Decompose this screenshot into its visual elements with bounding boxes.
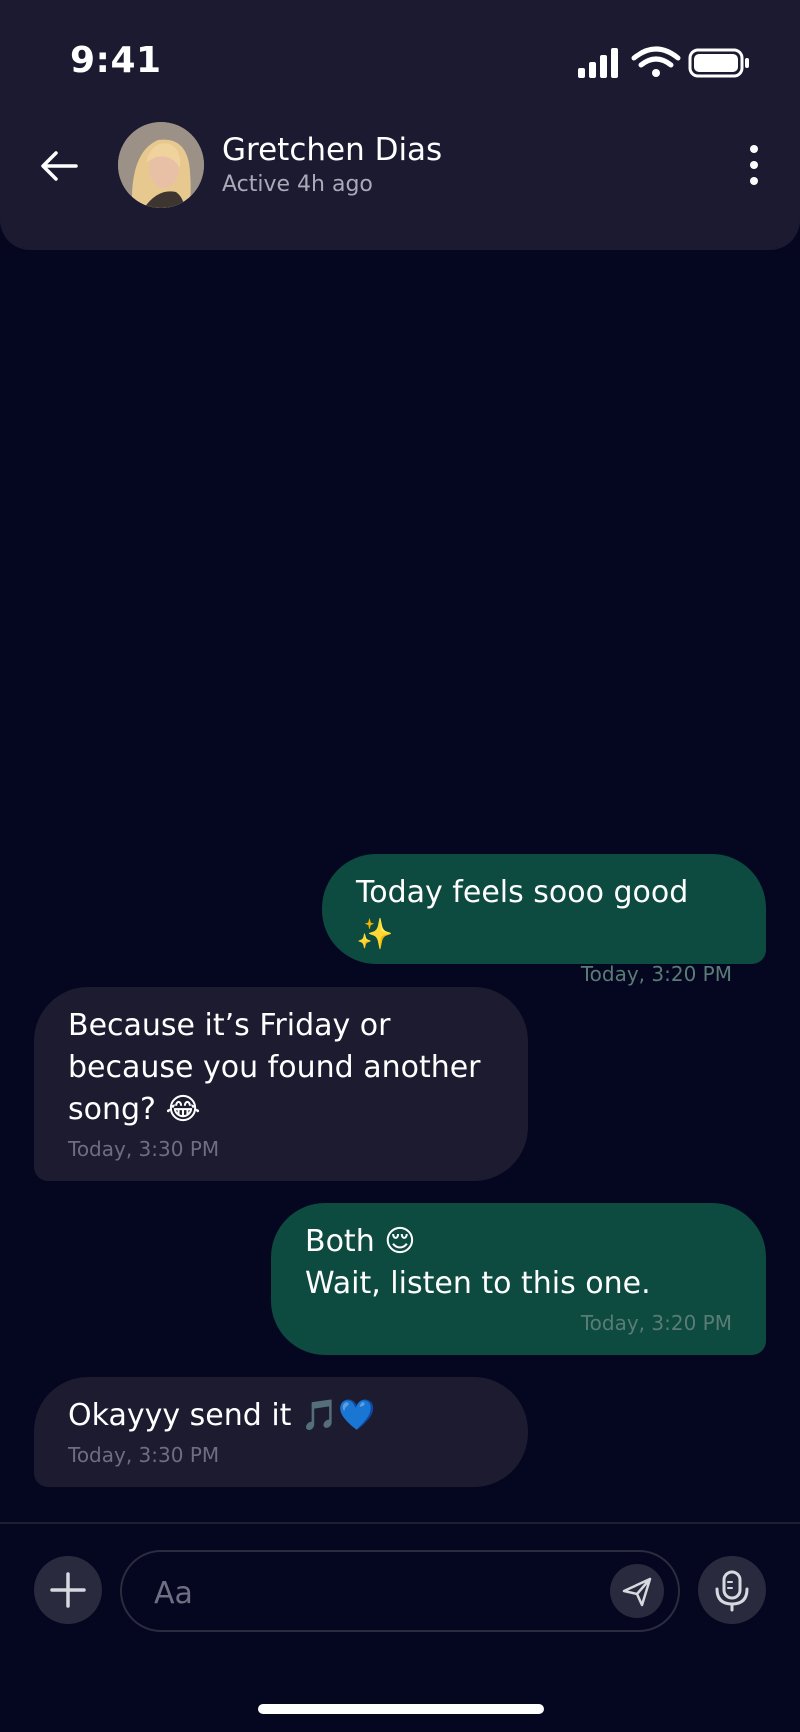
more-vertical-icon — [750, 145, 758, 185]
back-button[interactable] — [34, 140, 86, 192]
chat-header: 9:41 Gretchen Dias Active 4h ago — [0, 0, 800, 250]
microphone-icon — [715, 1570, 749, 1612]
message-time: Today, 3:30 PM — [68, 1137, 220, 1161]
message-bubble-received[interactable]: Okayyy send it 🎵💙 Today, 3:30 PM — [34, 1377, 528, 1487]
wifi-icon — [631, 46, 681, 77]
contact-avatar[interactable] — [118, 122, 204, 208]
more-options-button[interactable] — [744, 140, 764, 190]
send-button[interactable] — [610, 1564, 664, 1618]
message-time: Today, 3:20 PM — [580, 1311, 732, 1335]
message-bubble-sent[interactable]: Today feels sooo good ✨ Today, 3:20 PM — [322, 854, 766, 986]
status-icons — [570, 44, 770, 84]
home-indicator — [258, 1704, 544, 1714]
arrow-left-icon — [41, 151, 78, 181]
message-bubble-sent[interactable]: Both 😌 Wait, listen to this one. Today, … — [271, 1203, 766, 1355]
message-text: Today feels sooo good ✨ — [356, 875, 689, 952]
contact-name: Gretchen Dias — [222, 132, 443, 168]
message-input-container — [120, 1550, 680, 1632]
send-icon — [622, 1577, 652, 1607]
message-time: Today, 3:30 PM — [68, 1443, 220, 1467]
add-attachment-button[interactable] — [34, 1556, 102, 1624]
status-time: 9:41 — [70, 40, 162, 81]
message-bubble-received[interactable]: Because it’s Friday or because you found… — [34, 987, 528, 1181]
cellular-signal-icon — [578, 48, 618, 78]
plus-icon — [50, 1572, 86, 1608]
battery-icon — [688, 48, 749, 78]
contact-status: Active 4h ago — [222, 172, 373, 197]
composer-divider — [0, 1522, 800, 1524]
voice-message-button[interactable] — [698, 1556, 766, 1624]
message-text: Okayyy send it 🎵💙 — [68, 1398, 376, 1433]
message-text: Because it’s Friday or because you found… — [68, 1008, 481, 1127]
message-text: Both 😌 Wait, listen to this one. — [305, 1224, 651, 1301]
message-input[interactable] — [152, 1572, 586, 1614]
message-time: Today, 3:20 PM — [580, 962, 732, 986]
